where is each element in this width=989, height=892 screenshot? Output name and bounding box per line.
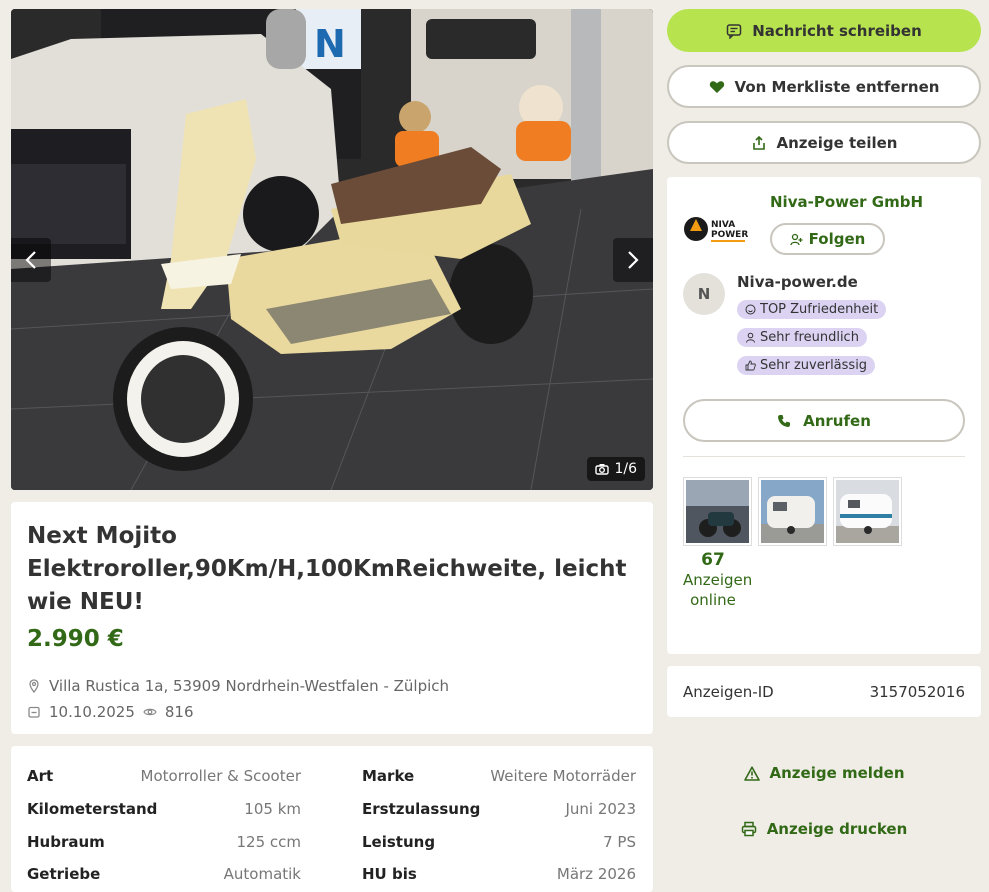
svg-text:NIVA: NIVA [711, 220, 735, 230]
listing-location: Villa Rustica 1a, 53909 Nordrhein-Westfa… [49, 677, 450, 695]
detail-row: Art Motorroller & Scooter [27, 760, 301, 793]
seller-other-ads: 67 Anzeigen online [683, 477, 965, 610]
print-ad-button[interactable]: Anzeige drucken [667, 820, 981, 838]
seller-card: NIVA POWER Niva-Power GmbH Folgen N Niva… [667, 177, 981, 654]
detail-value: 125 ccm [236, 832, 301, 851]
listing-summary: Next Mojito Elektroroller,90Km/H,100KmRe… [11, 502, 653, 734]
thumbnail-image [836, 480, 899, 543]
printer-icon [741, 821, 756, 837]
detail-row: HU bis März 2026 [362, 858, 636, 891]
detail-label: Getriebe [27, 865, 101, 884]
detail-row: Hubraum 125 ccm [27, 825, 301, 858]
ad-id-card: Anzeigen-ID 3157052016 [667, 666, 981, 717]
detail-value: Motorroller & Scooter [140, 767, 301, 786]
details-column-left: Art Motorroller & Scooter Kilometerstand 1… [27, 760, 301, 891]
detail-value: 105 km [244, 800, 301, 819]
detail-value: Weitere Motorräder [490, 767, 636, 786]
detail-label: Leistung [362, 832, 436, 851]
message-button[interactable]: Nachricht schreiben [667, 9, 981, 52]
badge-label: Sehr zuverlässig [760, 358, 868, 373]
seller-site-name: Niva-power.de [737, 273, 858, 291]
image-counter: 1/6 [587, 457, 645, 481]
report-ad-button[interactable]: Anzeige melden [667, 764, 981, 782]
chevron-right-icon [628, 251, 639, 269]
share-button[interactable]: Anzeige teilen [667, 121, 981, 164]
listing-title: Next Mojito Elektroroller,90Km/H,100KmRe… [27, 523, 627, 615]
remove-watchlist-label: Von Merkliste entfernen [734, 77, 940, 96]
detail-row: Getriebe Automatik [27, 858, 301, 891]
ad-thumbnail[interactable] [683, 477, 752, 546]
share-label: Anzeige teilen [776, 133, 898, 152]
badge-friendly: Sehr freundlich [737, 328, 867, 347]
seller-logo[interactable]: NIVA POWER [683, 201, 753, 257]
listing-details: Art Motorroller & Scooter Kilometerstand 1… [11, 746, 653, 892]
location-row: Villa Rustica 1a, 53909 Nordrhein-Westfa… [27, 673, 637, 699]
thumbnail-image [686, 480, 749, 543]
detail-value: Automatik [223, 865, 301, 884]
heart-icon [709, 80, 725, 94]
detail-label: Kilometerstand [27, 800, 158, 819]
svg-text:N: N [314, 22, 346, 66]
detail-value: 7 PS [603, 832, 636, 851]
next-image-button[interactable] [613, 238, 653, 282]
badge-reliable: Sehr zuverlässig [737, 356, 876, 375]
ad-id-value: 3157052016 [869, 682, 965, 701]
detail-row: Kilometerstand 105 km [27, 793, 301, 826]
detail-label: Erstzulassung [362, 800, 481, 819]
ads-count: 67 [701, 550, 725, 570]
follow-label: Folgen [808, 230, 866, 248]
detail-label: HU bis [362, 865, 417, 884]
thumbs-up-icon [745, 360, 756, 371]
ad-thumbnail[interactable] [833, 477, 902, 546]
chat-icon [726, 23, 742, 39]
svg-text:POWER: POWER [711, 230, 748, 240]
warning-icon [743, 765, 760, 781]
detail-value: Juni 2023 [565, 800, 636, 819]
badge-top-satisfaction: TOP Zufriedenheit [737, 300, 887, 319]
detail-row: Marke Weitere Motorräder [362, 760, 636, 793]
print-ad-label: Anzeige drucken [766, 820, 908, 838]
detail-label: Art [27, 767, 54, 786]
ad-id-label: Anzeigen-ID [683, 682, 774, 701]
divider [683, 456, 965, 457]
seller-name[interactable]: Niva-Power GmbH [770, 193, 923, 211]
eye-icon [143, 705, 157, 719]
badge-label: TOP Zufriedenheit [760, 302, 879, 317]
previous-image-button[interactable] [11, 238, 51, 282]
date-views-row: 10.10.2025 816 [27, 699, 637, 725]
detail-label: Hubraum [27, 832, 105, 851]
listing-date: 10.10.2025 [49, 703, 135, 721]
details-column-right: Marke Weitere Motorräder Erstzulassung Jun… [362, 760, 636, 891]
smiley-icon [745, 304, 756, 315]
report-ad-label: Anzeige melden [769, 764, 905, 782]
ads-count-label: Anzeigen online [683, 571, 753, 609]
listing-photo: N [11, 9, 653, 490]
image-counter-text: 1/6 [614, 461, 637, 477]
ad-thumbnail[interactable] [758, 477, 827, 546]
listing-price: 2.990 € [27, 626, 124, 652]
call-button[interactable]: Anrufen [683, 399, 965, 442]
calendar-icon [27, 705, 41, 719]
call-label: Anrufen [803, 411, 871, 430]
remove-watchlist-button[interactable]: Von Merkliste entfernen [667, 65, 981, 108]
badge-label: Sehr freundlich [760, 330, 859, 345]
share-icon [751, 135, 767, 151]
message-button-label: Nachricht schreiben [752, 21, 922, 40]
detail-value: März 2026 [556, 865, 636, 884]
user-icon [746, 332, 755, 343]
detail-row: Leistung 7 PS [362, 825, 636, 858]
add-user-icon [790, 233, 803, 245]
camera-icon [595, 464, 610, 475]
image-gallery[interactable]: N 1/6 [11, 9, 653, 490]
phone-icon [778, 414, 791, 427]
location-pin-icon [27, 679, 41, 693]
listing-views: 816 [164, 703, 194, 721]
detail-label: Marke [362, 767, 415, 786]
follow-button[interactable]: Folgen [770, 223, 885, 255]
thumbnail-image [761, 480, 824, 543]
chevron-left-icon [25, 251, 36, 269]
avatar: N [683, 273, 725, 315]
detail-row: Erstzulassung Juni 2023 [362, 793, 636, 826]
niva-power-logo-icon: NIVA POWER [684, 217, 748, 242]
